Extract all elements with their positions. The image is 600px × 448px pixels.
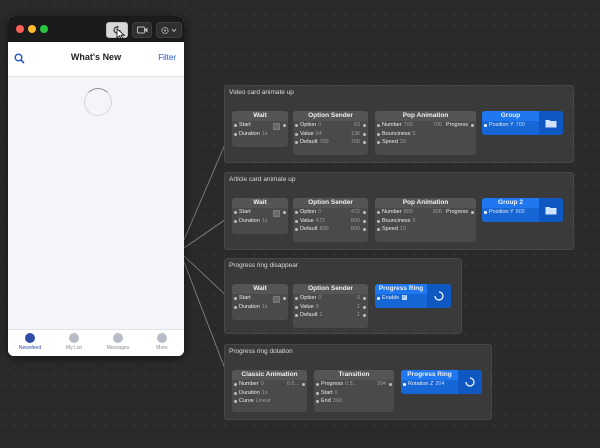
window-titlebar (8, 16, 184, 42)
tab-bar: Newsfeed My List Messages More (8, 329, 184, 356)
node-title: Option Sender (293, 111, 368, 121)
pop-animation-node[interactable]: Pop Animation Number 800 800 Progress Bounc… (375, 198, 476, 242)
video-camera-icon (136, 26, 147, 34)
folder-icon (539, 111, 563, 135)
node-title: Pop Animation (375, 198, 476, 208)
group-title: Progress ring disappear (229, 262, 299, 269)
my-list-icon (69, 333, 79, 343)
mouse-cursor-icon (116, 28, 126, 40)
classic-animation-node[interactable]: Classic Animation Number 0 0.5... Duration… (232, 370, 307, 412)
pop-animation-node[interactable]: Pop Animation Number 700 700 Progress Bounc… (375, 111, 476, 155)
messages-icon (113, 333, 123, 343)
option-sender-node[interactable]: Option Sender Option 0 0 Value 0 1 Default 1 1 (293, 284, 368, 328)
gear-icon (161, 26, 177, 34)
wait-node[interactable]: Wait Start Duration 1s (232, 111, 288, 147)
close-window-button[interactable] (16, 25, 24, 33)
transition-node[interactable]: Transition Progress 0.5... 204 Start 0 End 3… (314, 370, 394, 412)
node-title: Pop Animation (375, 111, 476, 121)
progress-ring-rotation-node[interactable]: Progress Ring Rotation Z 204 (401, 370, 482, 394)
group-2-layer-node[interactable]: Group 2 Position Y 800 (482, 198, 563, 222)
group-title: Article card animate up (229, 176, 296, 183)
node-title: Option Sender (293, 198, 368, 208)
folder-icon (539, 198, 563, 222)
tab-my-list[interactable]: My List (52, 330, 96, 356)
enable-checkbox[interactable]: ✓ (402, 295, 408, 301)
zoom-window-button[interactable] (40, 25, 48, 33)
prototype-window: What's New Filter Newsfeed My List Messa… (8, 16, 184, 356)
wait-node[interactable]: Wait Start Duration 1s (232, 284, 288, 320)
option-sender-node[interactable]: Option Sender Option 0 472 Value 472 800 Def… (293, 198, 368, 242)
tab-label: My List (66, 345, 82, 351)
tab-newsfeed[interactable]: Newsfeed (8, 330, 52, 356)
node-title: Option Sender (293, 284, 368, 294)
record-video-button[interactable] (132, 22, 152, 38)
group-layer-node[interactable]: Group Position Y 700 (482, 111, 563, 135)
node-title: Progress Ring (375, 284, 427, 294)
newsfeed-icon (25, 333, 35, 343)
group-title: Video card animate up (229, 89, 294, 96)
progress-ring-icon (427, 284, 451, 308)
minimize-window-button[interactable] (28, 25, 36, 33)
wait-node[interactable]: Wait Start Duration 1s (232, 198, 288, 234)
node-title: Classic Animation (232, 370, 307, 380)
node-title: Wait (232, 111, 288, 121)
node-title: Wait (232, 198, 288, 208)
loading-spinner-icon (84, 88, 112, 116)
settings-dropdown-button[interactable] (156, 22, 182, 38)
node-title: Group (482, 111, 539, 121)
tab-messages[interactable]: Messages (96, 330, 140, 356)
tab-label: Messages (106, 345, 130, 351)
node-title: Wait (232, 284, 288, 294)
app-header: What's New Filter (8, 42, 184, 77)
group-title: Progress ring dotation (229, 348, 293, 355)
node-title: Group 2 (482, 198, 539, 208)
node-title: Transition (314, 370, 394, 380)
filter-button[interactable]: Filter (158, 53, 176, 62)
node-title: Progress Ring (401, 370, 458, 380)
tab-label: More (156, 345, 168, 351)
more-icon (157, 333, 167, 343)
progress-ring-icon (458, 370, 482, 394)
option-sender-node[interactable]: Option Sender Option 0 63 Value 64 136 Defau… (293, 111, 368, 155)
progress-ring-layer-node[interactable]: Progress Ring Enable ✓ (375, 284, 451, 308)
tab-label: Newsfeed (18, 345, 42, 351)
tab-more[interactable]: More (140, 330, 184, 356)
